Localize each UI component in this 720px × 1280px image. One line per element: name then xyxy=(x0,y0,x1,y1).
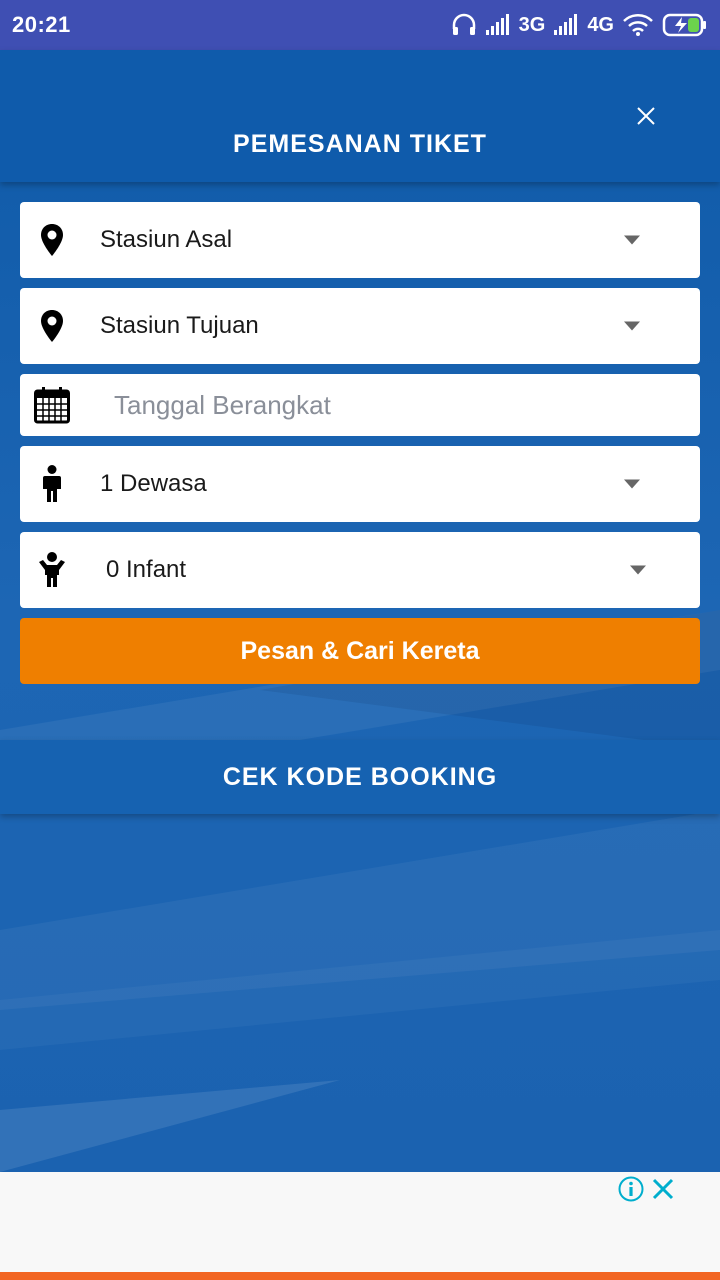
ad-banner[interactable] xyxy=(0,1172,720,1272)
battery-charging-icon xyxy=(662,13,708,37)
infant-passengers-select[interactable]: 0 Infant xyxy=(20,532,700,608)
adult-person-icon xyxy=(34,465,70,502)
bottom-strip xyxy=(0,1272,720,1280)
chevron-down-icon xyxy=(624,321,640,331)
info-icon[interactable] xyxy=(618,1176,644,1202)
chevron-down-icon xyxy=(630,565,646,575)
chevron-down-icon xyxy=(624,479,640,489)
calendar-icon xyxy=(34,387,70,424)
signal-icon xyxy=(553,14,579,36)
signal-icon xyxy=(485,14,511,36)
status-icons: 3G 4G xyxy=(451,13,708,37)
adult-passengers-value: 1 Dewasa xyxy=(100,470,207,497)
close-button[interactable] xyxy=(630,102,662,134)
wifi-icon xyxy=(622,13,654,37)
network-type-2: 4G xyxy=(587,13,614,36)
adult-passengers-select[interactable]: 1 Dewasa xyxy=(20,446,700,522)
status-time: 20:21 xyxy=(12,12,71,37)
destination-station-value: Stasiun Tujuan xyxy=(100,312,259,339)
infant-passengers-value: 0 Infant xyxy=(106,556,187,583)
page-title: PEMESANAN TIKET xyxy=(233,130,487,158)
headphones-icon xyxy=(451,13,477,37)
departure-date-input[interactable] xyxy=(114,374,674,436)
child-person-icon xyxy=(34,552,70,588)
close-icon[interactable] xyxy=(650,1176,676,1202)
origin-station-select[interactable]: Stasiun Asal xyxy=(20,202,700,278)
network-type-1: 3G xyxy=(518,13,546,36)
origin-station-value: Stasiun Asal xyxy=(100,226,233,253)
status-bar: 20:21 3G 4G xyxy=(0,0,720,50)
departure-date-field[interactable] xyxy=(20,374,700,436)
header xyxy=(0,50,720,182)
search-train-button[interactable]: Pesan & Cari Kereta xyxy=(20,618,700,684)
chevron-down-icon xyxy=(624,235,640,245)
location-pin-icon xyxy=(34,222,70,258)
destination-station-select[interactable]: Stasiun Tujuan xyxy=(20,288,700,364)
location-pin-icon xyxy=(34,308,70,344)
close-icon xyxy=(636,106,656,131)
check-booking-code-button[interactable]: CEK KODE BOOKING xyxy=(0,740,720,814)
